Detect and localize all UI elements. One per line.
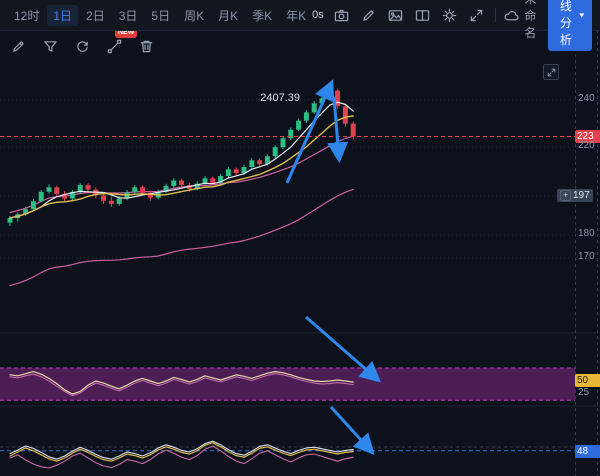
timeframe-年K[interactable]: 年K [280, 5, 312, 26]
timeframe-1日[interactable]: 1日 [47, 5, 78, 26]
refresh-tool[interactable] [72, 36, 92, 56]
candle [62, 191, 67, 202]
timeframe-list: 12时1日2日3日5日周K月K季K年K [8, 5, 312, 26]
timeframe-3日[interactable]: 3日 [113, 5, 144, 26]
candle [304, 110, 309, 123]
candle [54, 186, 59, 197]
kline-analysis-button[interactable]: K线分析 ▾ [548, 0, 592, 51]
indicator-line [10, 102, 353, 218]
indicator-line [10, 116, 353, 218]
candle-countdown: 0s [312, 9, 324, 21]
price-badge: 50 [575, 374, 600, 387]
trend-tool[interactable]: NEW [104, 36, 124, 56]
candle [86, 183, 91, 192]
pencil-icon[interactable] [360, 6, 378, 24]
camera-icon[interactable] [333, 6, 351, 24]
workspace-name: 未命名 [524, 0, 539, 41]
funnel-tool[interactable] [40, 36, 60, 56]
candle [312, 101, 317, 114]
layout-icon[interactable] [414, 6, 432, 24]
candle [249, 158, 254, 169]
peak-price-label: 2407.39 [260, 92, 300, 104]
axis-label: 170 [578, 251, 600, 262]
trash-tool[interactable] [136, 36, 156, 56]
quick-trade-price-tag[interactable]: +197 [557, 189, 593, 202]
indicator-line [10, 189, 353, 285]
timeframe-5日[interactable]: 5日 [145, 5, 176, 26]
candle [47, 184, 52, 193]
axis-label: 25 [578, 387, 600, 398]
candle [39, 190, 44, 202]
toolbar-right: 0s 未命名 K线分析 ▾ [312, 0, 592, 51]
candle [171, 178, 176, 187]
candle [234, 168, 239, 177]
pen-tool[interactable] [8, 36, 28, 56]
axis-label: 220 [578, 140, 600, 151]
kline-analysis-label: K线分析 [556, 0, 575, 48]
expand-icon[interactable] [468, 6, 486, 24]
price-axis[interactable]: 240223220+197180170502548 [575, 0, 600, 476]
candle [109, 196, 114, 207]
indicator-line [10, 443, 353, 461]
candle [226, 167, 231, 178]
candle [281, 136, 286, 149]
top-toolbar: 12时1日2日3日5日周K月K季K年K 0s 未命名 K线分析 ▾ [0, 0, 600, 31]
axis-label: 240 [578, 93, 600, 104]
candle [93, 187, 98, 198]
timeframe-12时[interactable]: 12时 [8, 5, 45, 26]
candle [288, 127, 293, 140]
chevron-down-icon: ▾ [579, 11, 584, 20]
candle [296, 118, 301, 131]
timeframe-月K[interactable]: 月K [212, 5, 244, 26]
chart-canvas[interactable]: 2407.39 [0, 0, 600, 476]
drawing-toolbar: NEW [8, 36, 156, 56]
candle [273, 145, 278, 158]
kline-app: 12时1日2日3日5日周K月K季K年K 0s 未命名 K线分析 ▾ NEW 24… [0, 0, 600, 476]
toolbar-icons [333, 6, 486, 24]
timeframe-季K[interactable]: 季K [246, 5, 278, 26]
candle [70, 190, 75, 200]
cloud-icon [504, 6, 519, 24]
price-badge: 48 [575, 445, 600, 458]
trend-arrow[interactable] [331, 407, 371, 451]
timeframe-2日[interactable]: 2日 [80, 5, 111, 26]
rsi-band [0, 368, 575, 400]
image-icon[interactable] [387, 6, 405, 24]
settings-icon[interactable] [441, 6, 459, 24]
plus-icon[interactable]: + [560, 190, 571, 201]
timeframe-周K[interactable]: 周K [178, 5, 210, 26]
workspace-selector[interactable]: 未命名 [504, 0, 539, 41]
toolbar-divider [495, 8, 496, 22]
candle [343, 103, 348, 126]
pane-expand-icon[interactable] [543, 64, 559, 80]
tag-price: 197 [573, 190, 590, 201]
axis-label: 180 [578, 228, 600, 239]
